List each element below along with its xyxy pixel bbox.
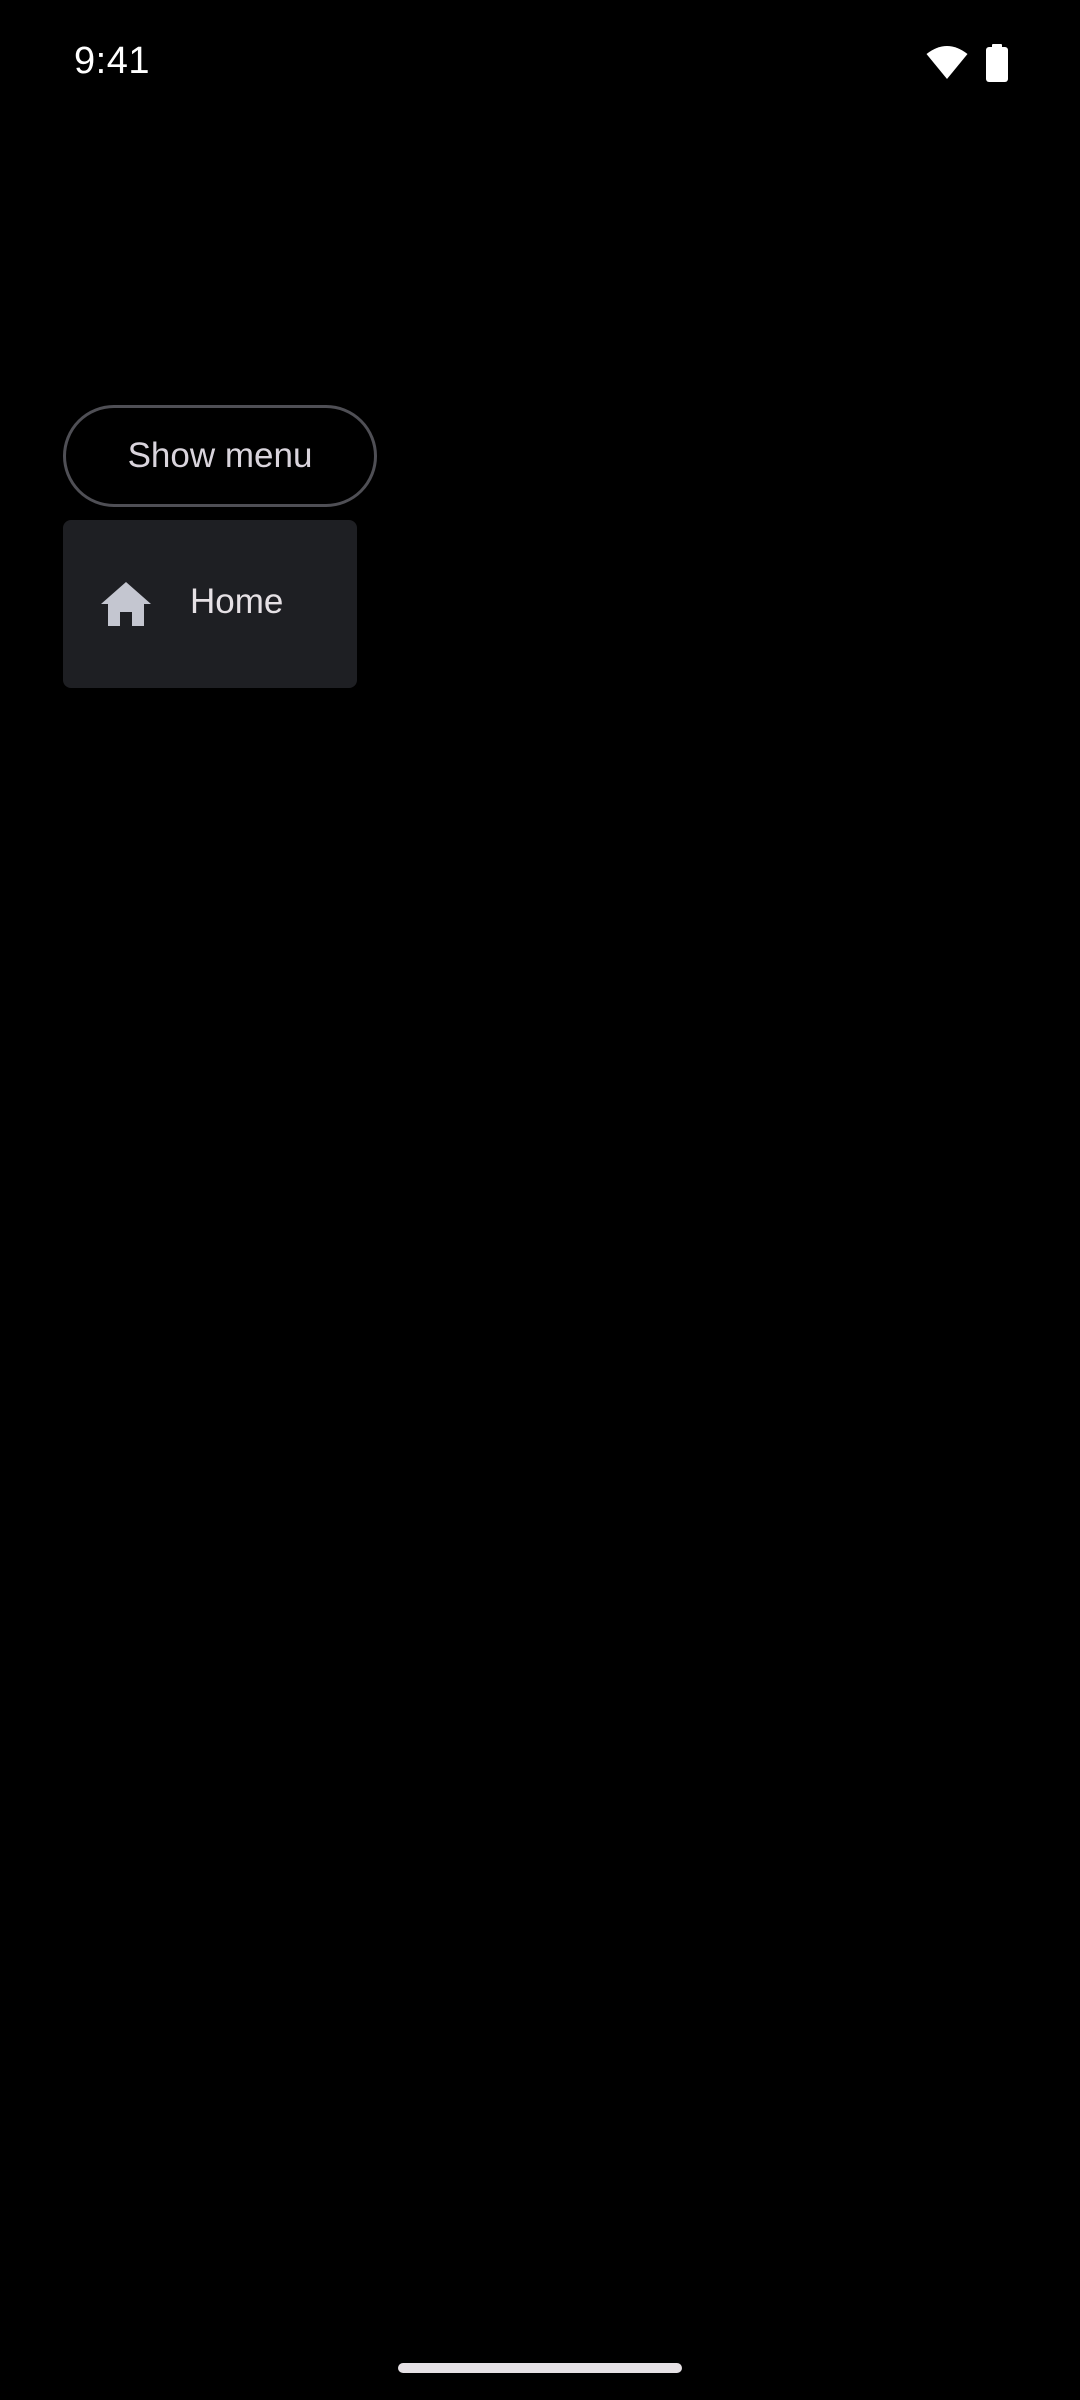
show-menu-button[interactable]: Show menu: [63, 405, 377, 507]
status-time: 9:41: [74, 40, 150, 82]
gesture-nav-bar[interactable]: [398, 2363, 682, 2373]
menu-item-label: Home: [190, 582, 284, 621]
dropdown-menu: Home: [63, 520, 357, 688]
status-icons: [926, 44, 1008, 82]
wifi-icon: [926, 46, 968, 80]
status-bar: 9:41: [0, 0, 1080, 130]
home-icon: [99, 580, 153, 628]
menu-item-home[interactable]: Home: [63, 520, 357, 688]
battery-icon: [986, 44, 1008, 82]
